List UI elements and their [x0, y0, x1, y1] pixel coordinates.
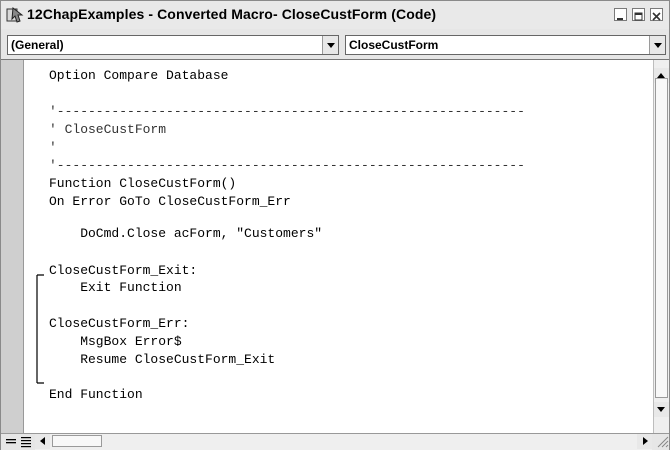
procedure-combo-value: CloseCustForm	[349, 38, 439, 52]
procedure-view-icon[interactable]	[4, 435, 18, 448]
code-line: CloseCustForm_Err:	[49, 316, 190, 331]
code-line: '---------------------------------------…	[49, 158, 525, 173]
minimize-button[interactable]	[614, 8, 627, 21]
procedure-combo[interactable]: CloseCustForm	[345, 35, 666, 55]
code-editor[interactable]: Option Compare Database '---------------…	[1, 59, 669, 434]
object-combo[interactable]: (General)	[7, 35, 339, 55]
code-line: Function CloseCustForm()	[49, 176, 237, 191]
scroll-left-arrow-icon[interactable]	[35, 434, 50, 449]
title-bar[interactable]: 12ChapExamples - Converted Macro- CloseC…	[1, 1, 669, 29]
code-line: '	[49, 140, 57, 155]
close-icon	[652, 12, 661, 21]
chevron-down-icon[interactable]	[322, 36, 338, 54]
code-line: Exit Function	[49, 280, 182, 295]
code-window: 12ChapExamples - Converted Macro- CloseC…	[0, 0, 670, 450]
code-line: CloseCustForm_Exit:	[49, 263, 198, 278]
resize-grip-icon[interactable]	[655, 434, 669, 448]
code-line: Option Compare Database	[49, 68, 229, 83]
margin-indicator-bar[interactable]	[1, 60, 24, 434]
window-title: 12ChapExamples - Converted Macro- CloseC…	[27, 6, 437, 22]
scroll-down-arrow-icon[interactable]	[654, 402, 669, 417]
code-line: End Function	[49, 387, 143, 402]
code-line: ' CloseCustForm	[49, 122, 167, 137]
minimize-icon	[617, 18, 623, 20]
restore-icon	[634, 12, 643, 21]
code-line: Resume CloseCustForm_Exit	[49, 352, 276, 367]
vertical-scroll-thumb[interactable]	[655, 78, 668, 398]
bottom-bar	[1, 433, 669, 450]
code-line: On Error GoTo CloseCustForm_Err	[49, 194, 291, 209]
horizontal-scroll-thumb[interactable]	[52, 435, 102, 447]
close-button[interactable]	[650, 8, 663, 21]
chevron-down-icon[interactable]	[649, 36, 665, 54]
full-module-view-icon[interactable]	[19, 435, 33, 448]
vba-code-window-icon	[6, 7, 24, 23]
vertical-scrollbar[interactable]	[653, 60, 669, 434]
combo-toolbar: (General) CloseCustForm	[1, 29, 669, 59]
object-combo-value: (General)	[11, 38, 64, 52]
restore-button[interactable]	[632, 8, 645, 21]
code-line: DoCmd.Close acForm, "Customers"	[49, 226, 323, 241]
horizontal-scrollbar[interactable]	[35, 434, 652, 450]
code-area[interactable]: Option Compare Database '---------------…	[27, 60, 653, 434]
code-line: MsgBox Error$	[49, 334, 182, 349]
code-line: '---------------------------------------…	[49, 104, 525, 119]
scroll-right-arrow-icon[interactable]	[637, 434, 652, 449]
